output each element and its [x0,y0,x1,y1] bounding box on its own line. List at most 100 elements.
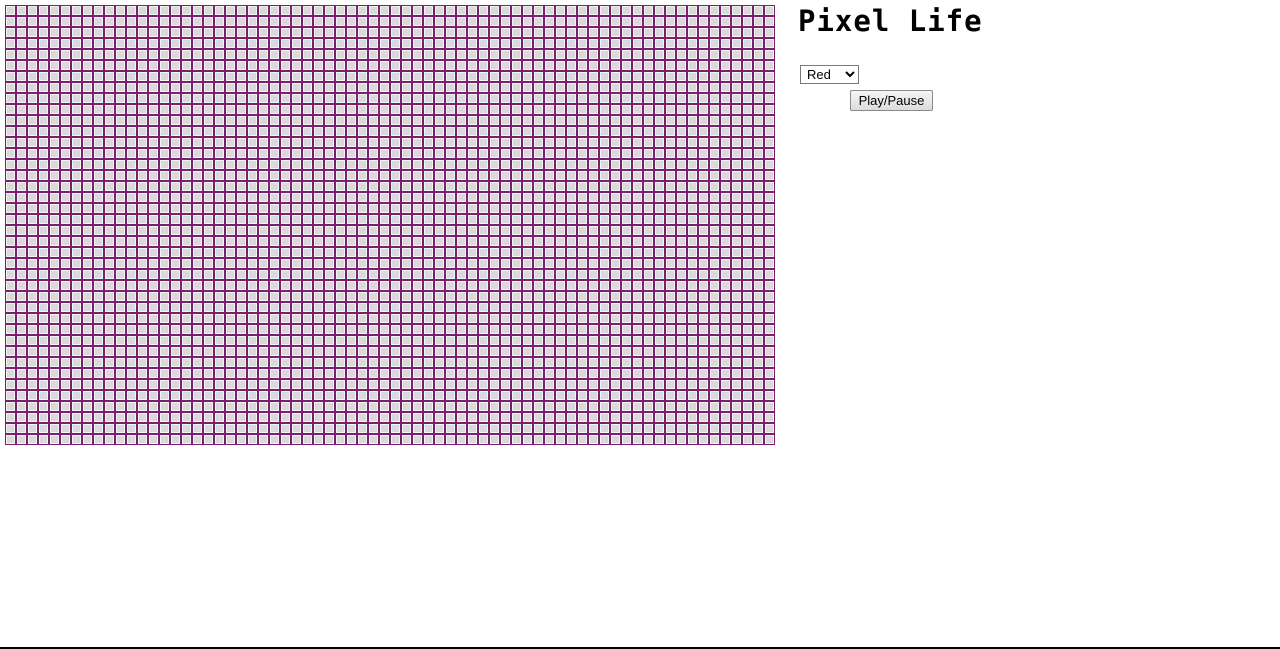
grid-cell[interactable] [742,159,753,170]
grid-cell[interactable] [665,5,676,16]
grid-cell[interactable] [621,93,632,104]
grid-cell[interactable] [456,170,467,181]
grid-cell[interactable] [247,236,258,247]
grid-cell[interactable] [324,16,335,27]
grid-cell[interactable] [423,357,434,368]
grid-cell[interactable] [566,313,577,324]
grid-cell[interactable] [16,236,27,247]
grid-cell[interactable] [643,368,654,379]
grid-cell[interactable] [71,60,82,71]
grid-cell[interactable] [764,27,775,38]
grid-cell[interactable] [346,434,357,445]
grid-cell[interactable] [291,181,302,192]
grid-cell[interactable] [621,357,632,368]
grid-cell[interactable] [346,269,357,280]
grid-cell[interactable] [82,390,93,401]
grid-cell[interactable] [192,214,203,225]
grid-cell[interactable] [60,269,71,280]
grid-cell[interactable] [137,225,148,236]
grid-cell[interactable] [379,115,390,126]
grid-cell[interactable] [148,49,159,60]
grid-cell[interactable] [621,335,632,346]
grid-cell[interactable] [60,71,71,82]
grid-cell[interactable] [709,93,720,104]
grid-cell[interactable] [137,434,148,445]
grid-cell[interactable] [181,16,192,27]
grid-cell[interactable] [566,302,577,313]
grid-cell[interactable] [555,302,566,313]
grid-cell[interactable] [588,401,599,412]
grid-cell[interactable] [731,148,742,159]
grid-cell[interactable] [511,170,522,181]
grid-cell[interactable] [280,335,291,346]
grid-cell[interactable] [489,280,500,291]
grid-cell[interactable] [753,104,764,115]
grid-cell[interactable] [654,203,665,214]
grid-cell[interactable] [588,313,599,324]
grid-cell[interactable] [368,27,379,38]
grid-cell[interactable] [203,192,214,203]
grid-cell[interactable] [368,346,379,357]
grid-cell[interactable] [412,38,423,49]
grid-cell[interactable] [643,93,654,104]
grid-cell[interactable] [60,390,71,401]
grid-cell[interactable] [687,291,698,302]
grid-cell[interactable] [698,203,709,214]
grid-cell[interactable] [49,115,60,126]
grid-cell[interactable] [302,390,313,401]
grid-cell[interactable] [555,412,566,423]
grid-cell[interactable] [599,5,610,16]
grid-cell[interactable] [93,357,104,368]
grid-cell[interactable] [357,181,368,192]
grid-cell[interactable] [467,401,478,412]
grid-cell[interactable] [500,225,511,236]
grid-cell[interactable] [225,214,236,225]
grid-cell[interactable] [247,104,258,115]
grid-cell[interactable] [93,93,104,104]
grid-cell[interactable] [401,335,412,346]
grid-cell[interactable] [467,16,478,27]
grid-cell[interactable] [654,302,665,313]
grid-cell[interactable] [71,236,82,247]
grid-cell[interactable] [478,49,489,60]
grid-cell[interactable] [643,60,654,71]
grid-cell[interactable] [126,346,137,357]
grid-cell[interactable] [764,192,775,203]
grid-cell[interactable] [401,324,412,335]
grid-cell[interactable] [401,49,412,60]
grid-cell[interactable] [335,181,346,192]
grid-cell[interactable] [126,203,137,214]
grid-cell[interactable] [566,159,577,170]
grid-cell[interactable] [753,291,764,302]
grid-cell[interactable] [16,302,27,313]
grid-cell[interactable] [291,313,302,324]
grid-cell[interactable] [489,390,500,401]
grid-cell[interactable] [467,269,478,280]
grid-cell[interactable] [137,258,148,269]
grid-cell[interactable] [181,258,192,269]
grid-cell[interactable] [313,368,324,379]
grid-cell[interactable] [709,181,720,192]
grid-cell[interactable] [489,159,500,170]
grid-cell[interactable] [588,423,599,434]
grid-cell[interactable] [313,214,324,225]
grid-cell[interactable] [93,423,104,434]
grid-cell[interactable] [115,258,126,269]
grid-cell[interactable] [38,324,49,335]
grid-cell[interactable] [126,236,137,247]
grid-cell[interactable] [313,170,324,181]
grid-cell[interactable] [335,203,346,214]
grid-cell[interactable] [456,269,467,280]
grid-cell[interactable] [500,82,511,93]
grid-cell[interactable] [379,214,390,225]
grid-cell[interactable] [203,38,214,49]
grid-cell[interactable] [412,148,423,159]
grid-cell[interactable] [566,258,577,269]
grid-cell[interactable] [379,71,390,82]
grid-cell[interactable] [445,401,456,412]
grid-cell[interactable] [588,192,599,203]
grid-cell[interactable] [621,280,632,291]
grid-cell[interactable] [599,115,610,126]
grid-cell[interactable] [148,60,159,71]
grid-cell[interactable] [280,258,291,269]
